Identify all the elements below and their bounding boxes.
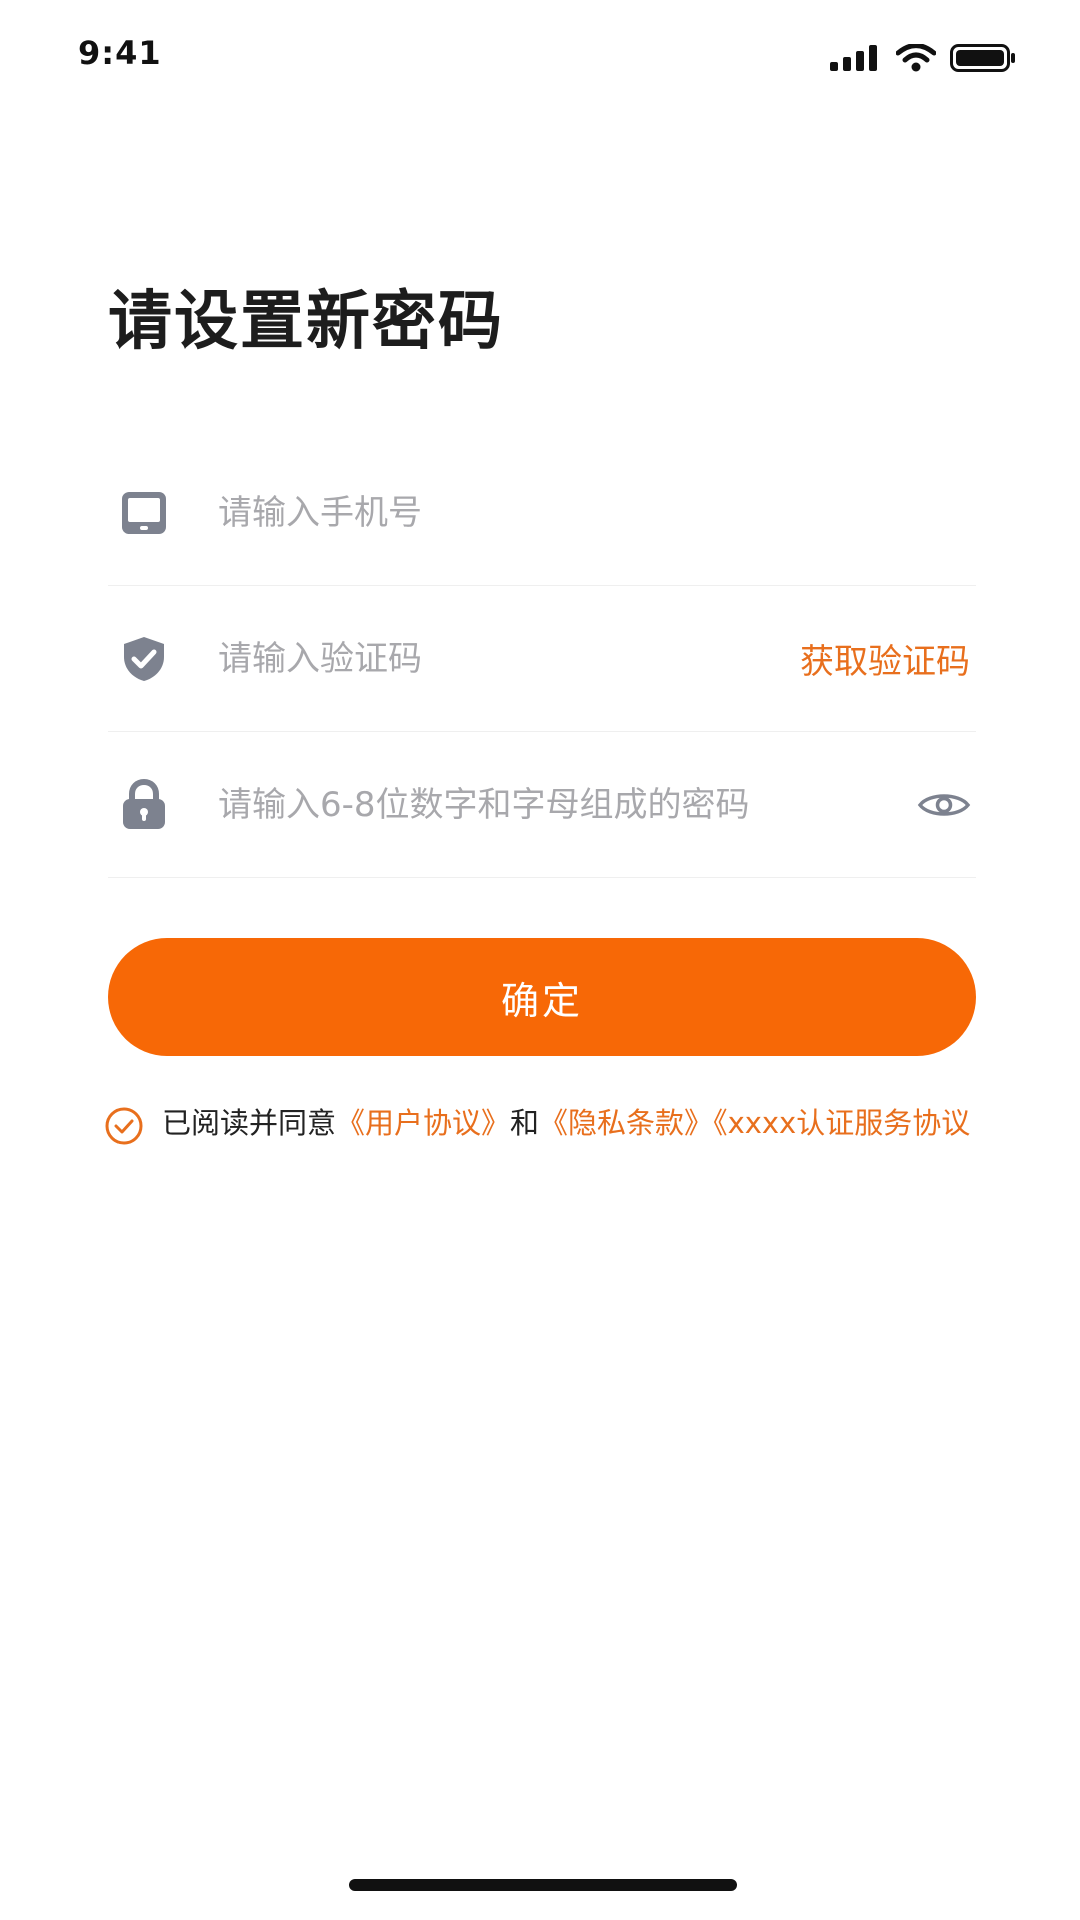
password-row (108, 732, 976, 878)
page-title: 请设置新密码 (108, 285, 504, 359)
home-indicator (349, 1879, 737, 1891)
reset-password-screen: 9:41 请设置新密码 请输入手机号 请输入验证码 获取验证码 确定 已阅读并同… (0, 0, 1080, 1920)
phone-icon (118, 487, 170, 539)
wifi-icon (896, 44, 936, 72)
check-circle-icon[interactable] (104, 1106, 144, 1146)
code-input[interactable] (218, 638, 800, 679)
agreement-and: 和 (510, 1106, 540, 1140)
get-code-button[interactable]: 获取验证码 (800, 634, 970, 683)
agreement: 已阅读并同意《用户协议》和《隐私条款》《xxxx认证服务协议 (104, 1104, 974, 1146)
status-time: 9:41 (78, 34, 162, 72)
battery-icon (950, 44, 1015, 72)
confirm-button[interactable]: 确定 (108, 938, 976, 1056)
status-icons (830, 44, 1016, 72)
certification-agreement-link[interactable]: 《xxxx认证服务协议 (713, 1106, 970, 1140)
eye-icon[interactable] (916, 777, 972, 833)
signal-icon (830, 45, 877, 71)
phone-input[interactable] (218, 492, 976, 533)
agreement-prefix: 已阅读并同意 (162, 1106, 337, 1140)
user-agreement-link[interactable]: 《用户协议》 (336, 1106, 510, 1140)
lock-icon (118, 778, 170, 831)
password-input[interactable] (218, 784, 916, 825)
privacy-terms-link[interactable]: 《隐私条款》 (539, 1106, 713, 1140)
agreement-text: 已阅读并同意《用户协议》和《隐私条款》《xxxx认证服务协议 (162, 1104, 970, 1146)
phone-row (108, 440, 976, 586)
shield-check-icon (118, 633, 170, 685)
code-row: 获取验证码 (108, 586, 976, 732)
